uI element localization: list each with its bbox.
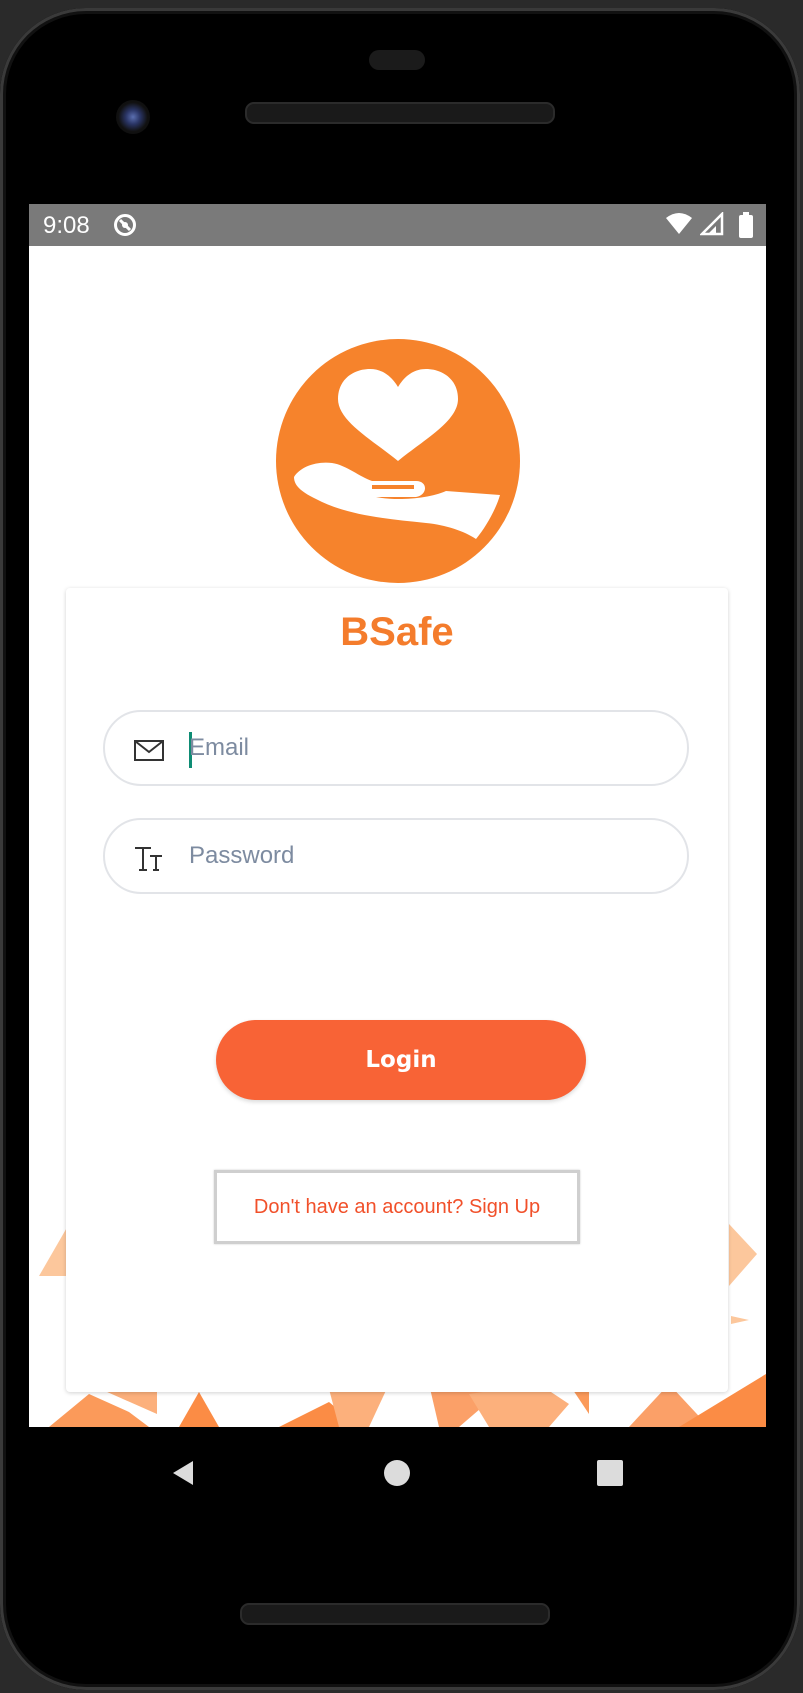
signup-button[interactable]: Don't have an account? Sign Up [214,1170,580,1244]
login-card: BSafe Login Don't have an account? Sign … [66,588,728,1392]
app-screen: 9:08 BSafe Email Login Don't have an acc… [29,204,766,1427]
wifi-icon [666,213,692,234]
phone-frame: 9:08 BSafe Email Login Don't have an acc… [0,8,800,1690]
login-button[interactable]: Login [216,1020,586,1100]
app-title: BSafe [340,610,454,654]
status-time: 9:08 [43,212,90,239]
battery-icon [739,212,753,238]
text-format-icon [135,847,162,871]
envelope-icon [134,740,164,761]
data-saver-icon [114,214,136,236]
home-icon[interactable] [383,1459,411,1487]
top-speaker [245,102,555,124]
earpiece [369,50,425,70]
email-field[interactable] [103,710,689,786]
recents-icon[interactable] [596,1459,624,1487]
email-input[interactable] [189,726,659,770]
bottom-speaker [240,1603,550,1625]
password-field[interactable] [103,818,689,894]
navigation-bar [29,1427,766,1517]
front-camera [116,100,150,134]
back-icon[interactable] [169,1459,197,1487]
signal-icon [700,212,724,236]
password-input[interactable] [189,834,659,878]
heart-in-hand-icon [276,339,520,583]
status-bar: 9:08 [29,204,766,246]
